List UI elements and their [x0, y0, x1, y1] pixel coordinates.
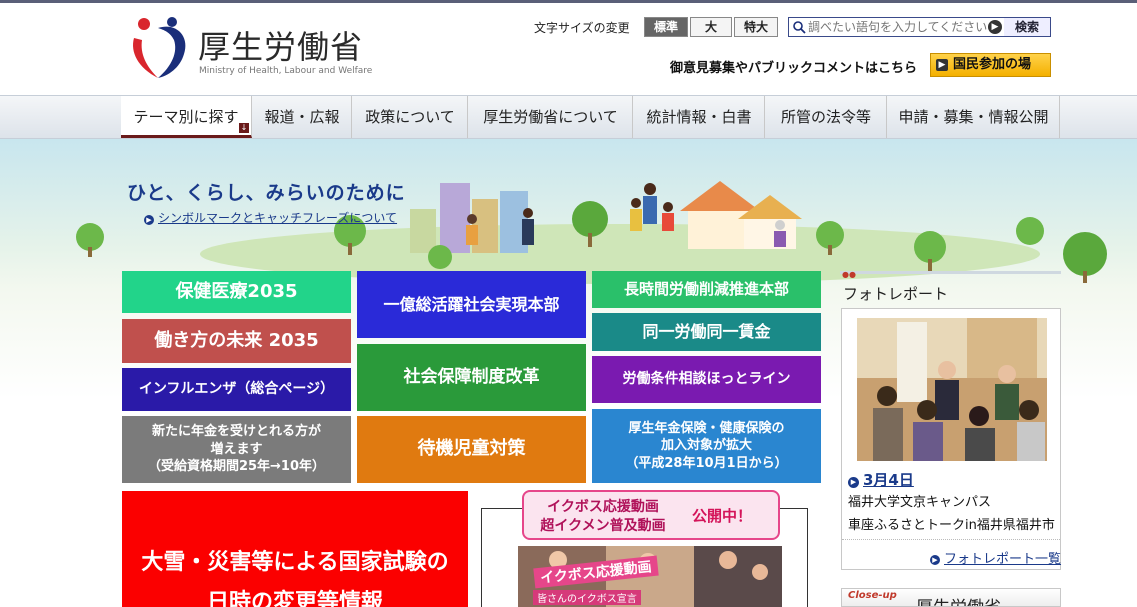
tile-kousei-line1: 厚生年金保険・健康保険の — [628, 420, 785, 436]
ikuboss-video-subtitle: 皆さんのイクボス宣言 — [533, 590, 641, 605]
divider — [842, 539, 1060, 540]
closeup-text: 厚生労働省 — [916, 593, 1001, 606]
tile-douitsu[interactable]: 同一労働同一賃金 — [592, 313, 821, 351]
nav-policy[interactable]: 政策について — [353, 96, 468, 138]
tile-kousei-line2: 加入対象が拡大 — [660, 438, 752, 454]
photo-report-line1: 福井大学文京キャンパス — [848, 495, 992, 510]
tile-nenkin-line2: 増えます — [210, 441, 263, 457]
font-size-xlarge-button[interactable]: 特大 — [734, 17, 778, 37]
ikuboss-title-1: イクボス応援動画 — [547, 499, 659, 515]
nav-laws[interactable]: 所管の法令等 — [766, 96, 887, 138]
photo-report-line2: 車座ふるさとトークin福井県福井市 — [848, 518, 1055, 533]
tile-shakai-hosho[interactable]: 社会保障制度改革 — [357, 344, 586, 411]
arrow-down-icon: ↓ — [239, 123, 249, 133]
photo-report-image[interactable] — [857, 318, 1047, 461]
nav-about[interactable]: 厚生労働省について — [469, 96, 633, 138]
arrow-right-icon: ▶ — [930, 555, 940, 565]
tile-influenza[interactable]: インフルエンザ（総合ページ） — [122, 368, 351, 411]
tile-roudou-hotline[interactable]: 労働条件相談ほっとライン — [592, 356, 821, 403]
search-button[interactable]: 検索 — [1004, 18, 1050, 36]
tile-choujikan[interactable]: 長時間労働削減推進本部 — [592, 271, 821, 308]
top-border — [0, 0, 1137, 3]
search-input[interactable] — [808, 19, 994, 35]
photo-report-dots: ●● — [842, 270, 856, 279]
public-comment-text: 御意見募集やパブリックコメントはこちら — [670, 61, 918, 76]
search-box: ▶ 検索 — [788, 17, 1051, 37]
tile-nenkin-line1: 新たに年金を受けとれる方が — [151, 424, 321, 440]
nav-press[interactable]: 報道・広報 — [253, 96, 352, 138]
closeup-label: Close-up — [848, 590, 897, 601]
arrow-right-icon: ▶ — [144, 215, 154, 225]
tile-kousei-line3: （平成28年10月1日から） — [625, 455, 788, 471]
tile-ooyuki[interactable]: 大雪・災害等による国家試験の 日時の変更等情報 — [122, 491, 468, 607]
photo-report-bar — [840, 271, 1061, 274]
photo-report-list-link[interactable]: ▶ フォトレポート一覧 — [930, 548, 1061, 567]
nav-applications[interactable]: 申請・募集・情報公開 — [888, 96, 1060, 138]
site-title[interactable]: 厚生労働省 — [198, 22, 363, 68]
tile-nenkin-line3: （受給資格期間25年→10年） — [147, 459, 326, 475]
arrow-right-icon: ▶ — [988, 20, 1002, 34]
meeting-photo — [857, 318, 1047, 461]
symbol-mark-link[interactable]: ▶ シンボルマークとキャッチフレーズについて — [144, 209, 397, 226]
tile-ooyuki-line1: 大雪・災害等による国家試験の — [141, 550, 449, 575]
tile-ichioku[interactable]: 一億総活躍社会実現本部 — [357, 271, 586, 338]
photo-report-date: 3月4日 — [863, 471, 914, 489]
participation-button[interactable]: ▶ 国民参加の場 — [930, 53, 1051, 77]
font-size-label: 文字サイズの変更 — [534, 21, 630, 35]
tile-ooyuki-line2: 日時の変更等情報 — [206, 589, 383, 607]
photo-report-date-link[interactable]: ▶ 3月4日 — [848, 469, 914, 490]
ikuboss-open: 公開中！ — [692, 507, 753, 525]
tile-hoken-2035[interactable]: 保健医療2035 — [122, 271, 351, 313]
tile-kousei-nenkin[interactable]: 厚生年金保険・健康保険の 加入対象が拡大 （平成28年10月1日から） — [592, 409, 821, 483]
symbol-mark-link-label: シンボルマークとキャッチフレーズについて — [158, 211, 398, 225]
nav-statistics[interactable]: 統計情報・白書 — [634, 96, 765, 138]
photo-report-list-label: フォトレポート一覧 — [944, 552, 1062, 567]
arrow-right-icon: ▶ — [848, 477, 859, 488]
catchphrase: ひと、くらし、みらいのために — [127, 182, 406, 204]
nav-theme[interactable]: テーマ別に探す ↓ — [121, 96, 252, 138]
tile-hatarakikata-2035[interactable]: 働き方の未来 2035 — [122, 319, 351, 363]
site-subtitle: Ministry of Health, Labour and Welfare — [199, 66, 373, 76]
arrow-right-icon: ▶ — [936, 59, 948, 71]
closeup-banner[interactable]: Close-up 厚生労働省 — [841, 588, 1061, 607]
font-size-large-button[interactable]: 大 — [690, 17, 732, 37]
nav-theme-label: テーマ別に探す — [133, 108, 239, 126]
photo-report-title: フォトレポート — [843, 285, 949, 303]
font-size-standard-button[interactable]: 標準 — [644, 17, 688, 37]
ikuboss-title-2: 超イクメン普及動画 — [540, 518, 666, 534]
mhlw-logo-icon[interactable] — [128, 16, 190, 82]
tile-taiki-jido[interactable]: 待機児童対策 — [357, 416, 586, 483]
tile-nenkin[interactable]: 新たに年金を受けとれる方が 増えます （受給資格期間25年→10年） — [122, 416, 351, 483]
search-icon — [793, 21, 806, 34]
participation-label: 国民参加の場 — [953, 57, 1032, 72]
